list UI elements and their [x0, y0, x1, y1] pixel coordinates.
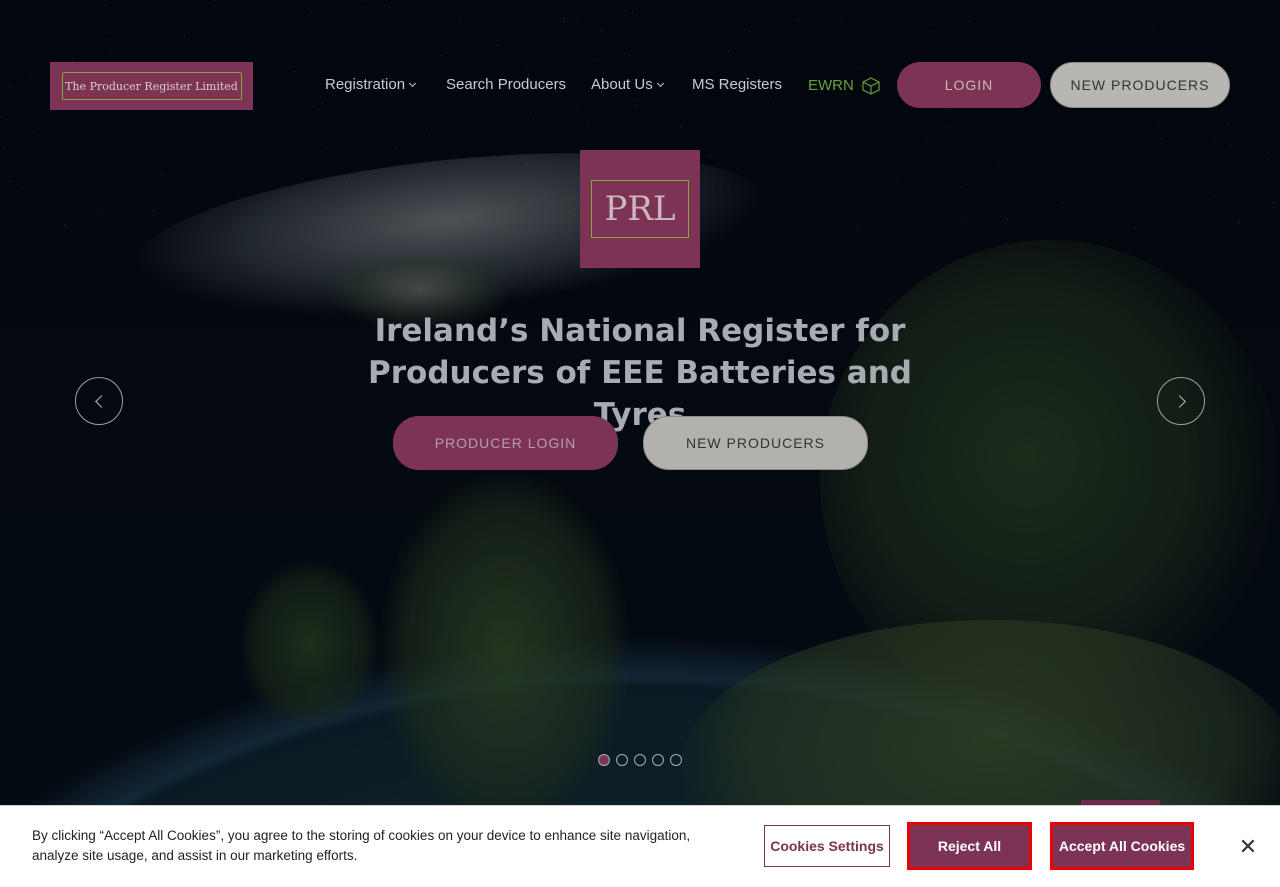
hero-new-producers-button[interactable]: NEW PRODUCERS	[643, 416, 868, 470]
nav-ewrn[interactable]: EWRN	[808, 76, 882, 96]
logo-frame: The Producer Register Limited	[61, 72, 242, 100]
nav-search-producers-label: Search Producers	[446, 76, 567, 93]
carousel-prev-button[interactable]	[75, 377, 123, 425]
nav-about-us-label: About Us	[591, 76, 653, 93]
nav-ewrn-label: EWRN	[808, 76, 854, 94]
chevron-down-icon	[656, 79, 664, 88]
prl-logo-frame: PRL	[591, 180, 689, 238]
logo-text: The Producer Register Limited	[65, 79, 238, 93]
carousel-dot[interactable]	[652, 754, 664, 766]
carousel-dot[interactable]	[616, 754, 628, 766]
nav-search-producers[interactable]: Search Producers	[446, 76, 566, 93]
carousel-dot[interactable]	[670, 754, 682, 766]
site-logo[interactable]: The Producer Register Limited	[50, 62, 253, 110]
accept-all-cookies-button[interactable]: Accept All Cookies	[1050, 822, 1194, 870]
close-icon[interactable]: ✕	[1236, 835, 1260, 860]
prl-logo: PRL	[580, 150, 700, 268]
carousel-pagination	[598, 754, 682, 766]
producer-login-button[interactable]: PRODUCER LOGIN	[393, 416, 618, 470]
nav-ms-registers[interactable]: MS Registers	[692, 76, 782, 93]
cookies-settings-button[interactable]: Cookies Settings	[764, 825, 890, 867]
reject-all-button[interactable]: Reject All	[907, 822, 1032, 870]
carousel-dot[interactable]	[598, 754, 610, 766]
login-button[interactable]: LOGIN	[897, 62, 1041, 108]
cookie-text: By clicking “Accept All Cookies”, you ag…	[32, 828, 691, 863]
nav-about-us[interactable]: About Us	[591, 76, 664, 93]
chevron-left-icon	[94, 394, 108, 408]
ewrn-cube-icon	[862, 77, 880, 95]
carousel-dot[interactable]	[634, 754, 646, 766]
chevron-right-icon	[1172, 394, 1186, 408]
new-producers-button[interactable]: NEW PRODUCERS	[1050, 62, 1230, 108]
carousel-next-button[interactable]	[1157, 377, 1205, 425]
prl-logo-text: PRL	[604, 189, 676, 229]
hero-headline-line1: Ireland’s National Register for	[374, 313, 906, 349]
cookie-banner: By clicking “Accept All Cookies”, you ag…	[0, 805, 1280, 887]
nav-ms-registers-label: MS Registers	[692, 76, 783, 93]
chevron-down-icon	[409, 79, 417, 88]
nav-registration-label: Registration	[325, 76, 406, 93]
nav-registration[interactable]: Registration	[325, 76, 417, 93]
